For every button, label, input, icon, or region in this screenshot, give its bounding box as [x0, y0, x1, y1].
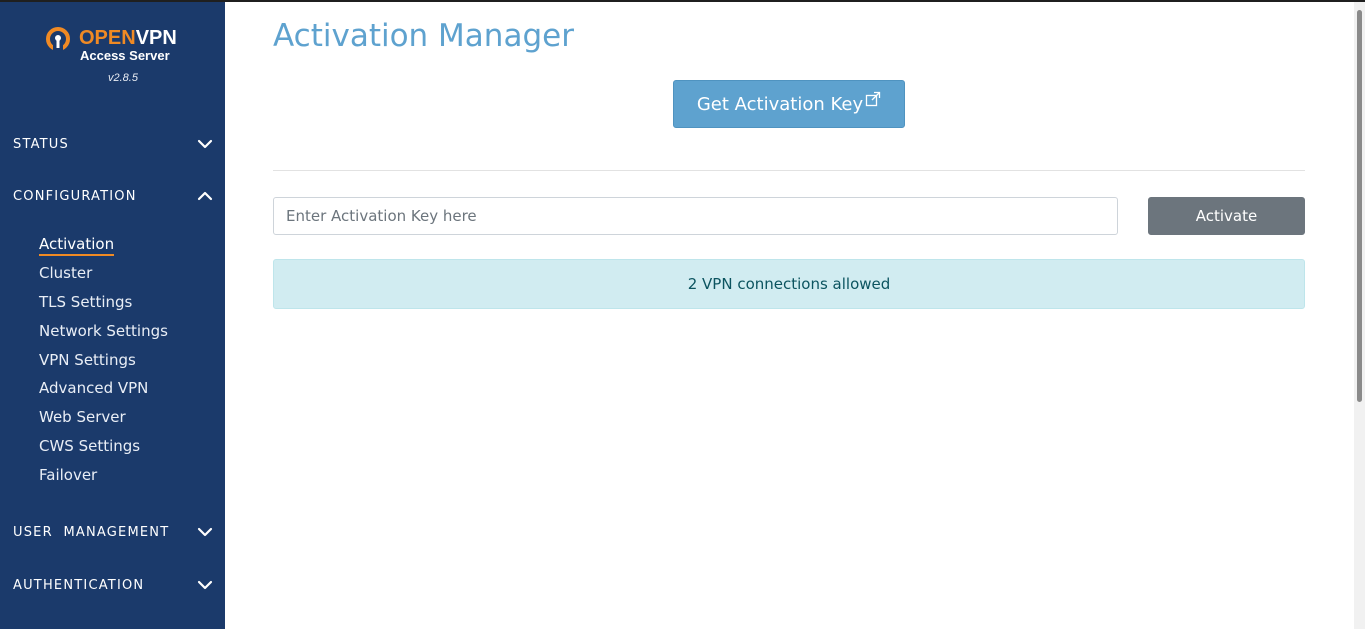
sidebar-section-user-management[interactable]: USER MANAGEMENT: [13, 521, 213, 543]
chevron-down-icon: [197, 524, 213, 540]
sidebar-section-status[interactable]: STATUS: [13, 133, 213, 155]
sidebar-item-label: Cluster: [39, 263, 93, 282]
sidebar-item-activation[interactable]: Activation: [39, 230, 219, 259]
sidebar-item-label: Web Server: [39, 408, 126, 427]
sidebar: OPENVPN Access Server v2.8.5 STATUS CONF…: [0, 2, 225, 629]
sidebar-item-label: Failover: [39, 466, 98, 485]
sidebar-item-vpn-settings[interactable]: VPN Settings: [39, 346, 219, 375]
chevron-up-icon: [197, 188, 213, 204]
sidebar-item-cws-settings[interactable]: CWS Settings: [39, 432, 219, 461]
section-divider: [273, 170, 1305, 171]
page-scrollbar[interactable]: [1354, 2, 1365, 629]
sidebar-item-label: Activation: [39, 235, 115, 256]
sidebar-item-web-server[interactable]: Web Server: [39, 403, 219, 432]
sidebar-section-configuration[interactable]: CONFIGURATION: [13, 185, 213, 207]
get-activation-key-button[interactable]: Get Activation Key: [673, 80, 905, 128]
sidebar-item-label: CWS Settings: [39, 437, 141, 456]
activate-button[interactable]: Activate: [1148, 197, 1305, 235]
sidebar-item-cluster[interactable]: Cluster: [39, 259, 219, 288]
openvpn-keyhole-icon: [46, 27, 70, 51]
sidebar-item-network-settings[interactable]: Network Settings: [39, 317, 219, 346]
sidebar-item-label: Network Settings: [39, 321, 168, 340]
sidebar-item-advanced-vpn[interactable]: Advanced VPN: [39, 374, 219, 403]
configuration-subnav: Activation Cluster TLS Settings Network …: [39, 230, 219, 490]
sidebar-item-failover[interactable]: Failover: [39, 461, 219, 490]
openvpn-logo[interactable]: OPENVPN Access Server v2.8.5: [46, 26, 186, 90]
sidebar-section-authentication[interactable]: AUTHENTICATION: [13, 574, 213, 596]
section-label: CONFIGURATION: [13, 188, 137, 204]
page-title: Activation Manager: [273, 18, 574, 54]
connections-info-alert: 2 VPN connections allowed: [273, 259, 1305, 309]
section-label: USER MANAGEMENT: [13, 524, 170, 540]
chevron-down-icon: [197, 136, 213, 152]
brand-vpn: VPN: [135, 27, 177, 49]
get-activation-key-label: Get Activation Key: [696, 93, 864, 115]
sidebar-item-tls-settings[interactable]: TLS Settings: [39, 288, 219, 317]
brand-open: OPEN: [79, 27, 136, 49]
section-label: AUTHENTICATION: [13, 577, 145, 593]
sidebar-item-label: TLS Settings: [39, 292, 133, 311]
connections-info-text: 2 VPN connections allowed: [687, 275, 891, 293]
activation-key-input[interactable]: [273, 197, 1118, 235]
sidebar-item-label: VPN Settings: [39, 350, 136, 369]
section-label: STATUS: [13, 136, 69, 152]
sidebar-item-label: Advanced VPN: [39, 379, 149, 398]
version-label: v2.8.5: [108, 72, 138, 84]
brand-subtitle: Access Server: [80, 48, 170, 63]
brand-wordmark: OPENVPN: [79, 26, 177, 50]
external-link-icon: [865, 91, 881, 107]
scrollbar-thumb[interactable]: [1357, 10, 1362, 402]
chevron-down-icon: [197, 577, 213, 593]
